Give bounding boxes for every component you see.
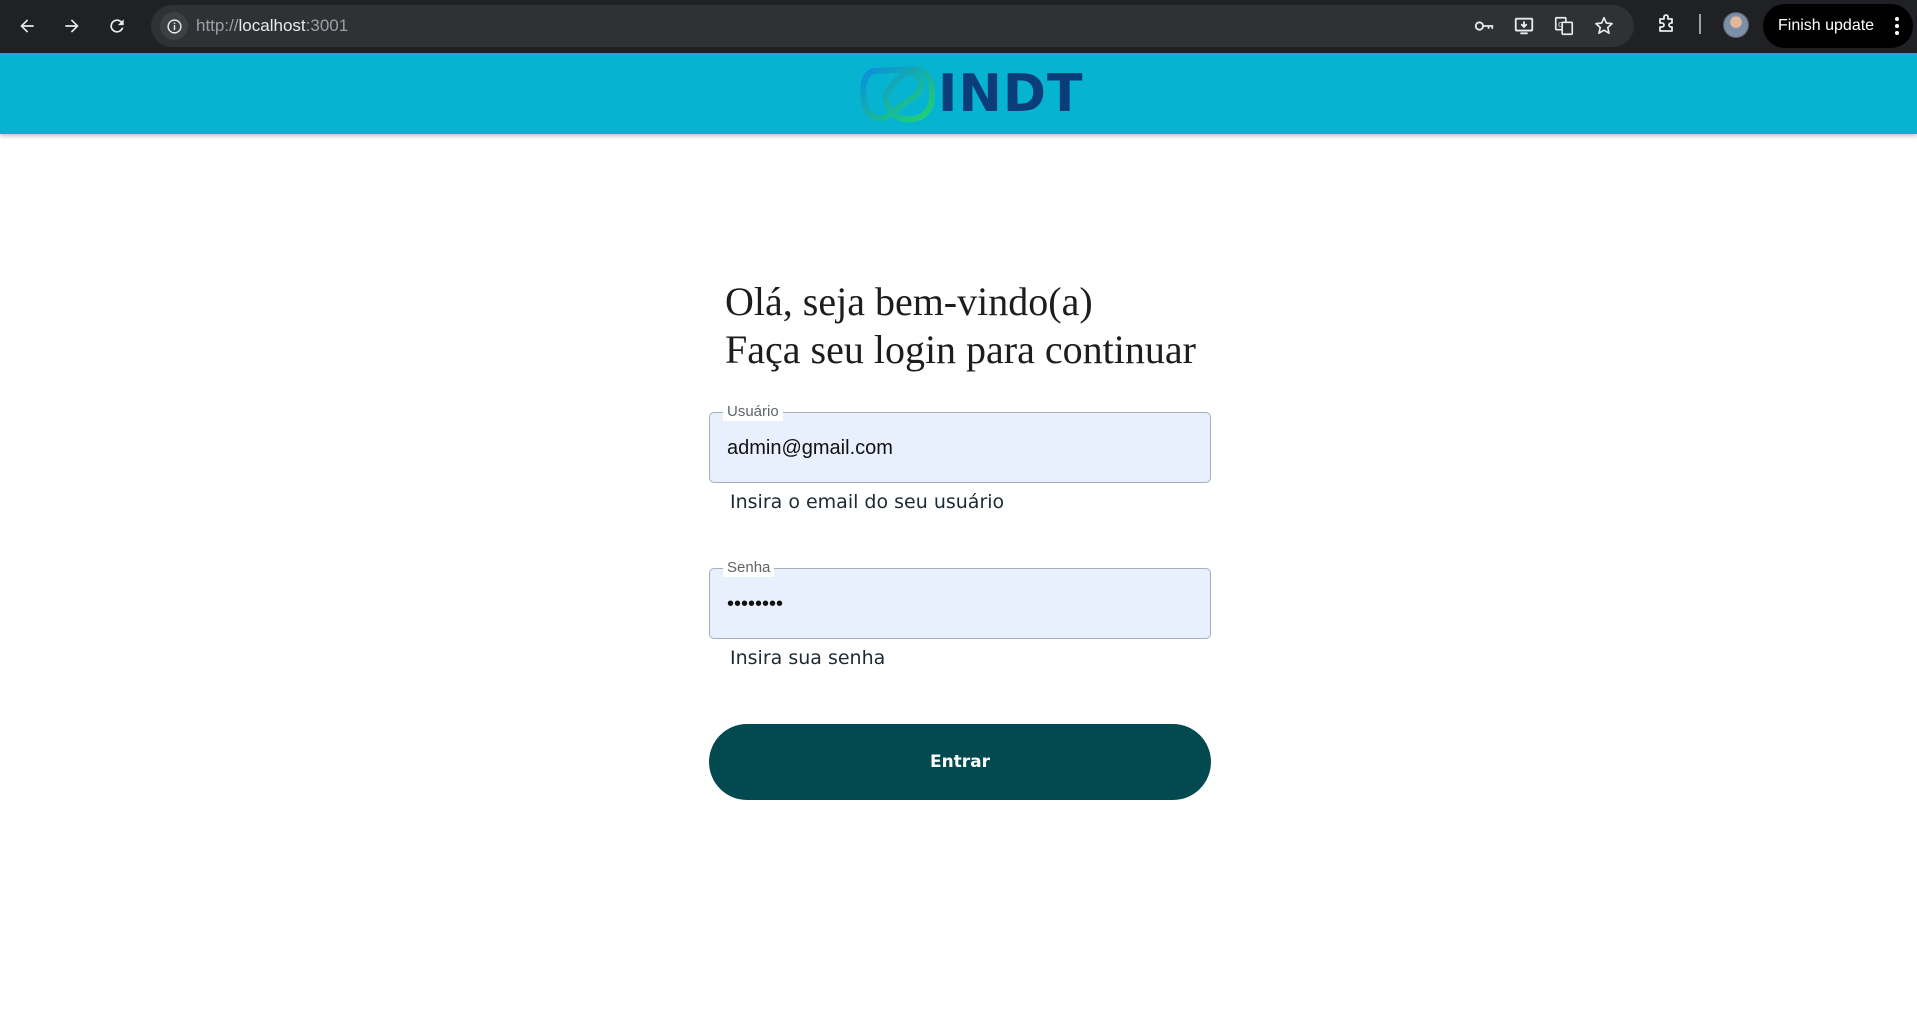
logo-text: INDT	[938, 64, 1084, 124]
password-label: Senha	[723, 559, 775, 577]
login-submit-button[interactable]: Entrar	[709, 724, 1211, 800]
profile-avatar[interactable]	[1723, 12, 1749, 38]
reload-icon	[110, 19, 124, 33]
url-port: :3001	[305, 16, 349, 35]
username-helper: Insira o email do seu usuário	[730, 491, 1005, 513]
install-app-button[interactable]	[1513, 15, 1535, 37]
extensions-button[interactable]	[1655, 12, 1679, 36]
url-host: localhost	[238, 16, 306, 35]
instruction-line: Faça seu login para continuar	[725, 327, 1196, 372]
reload-button[interactable]	[100, 9, 134, 43]
indt-logo-mark-icon	[860, 61, 936, 127]
username-input[interactable]	[727, 431, 1197, 465]
login-form: Olá, seja bem-vindo(a) Faça seu login pa…	[709, 278, 1211, 800]
password-helper: Insira sua senha	[730, 647, 886, 669]
install-app-icon	[1514, 17, 1534, 35]
forward-icon	[65, 19, 79, 33]
bookmark-button[interactable]	[1593, 15, 1615, 37]
finish-update-button[interactable]: Finish update	[1763, 4, 1913, 48]
welcome-heading: Olá, seja bem-vindo(a) Faça seu login pa…	[709, 278, 1211, 374]
password-key-button[interactable]	[1473, 15, 1495, 37]
back-button[interactable]	[10, 9, 44, 43]
address-bar[interactable]: http://localhost:3001 G	[151, 5, 1634, 47]
username-label: Usuário	[723, 403, 783, 421]
indt-logo: INDT	[860, 61, 1084, 127]
site-info-icon	[166, 18, 182, 34]
url-text[interactable]: http://localhost:3001	[196, 16, 348, 36]
url-scheme: http://	[196, 16, 239, 35]
browser-toolbar: http://localhost:3001 G Finish update	[0, 0, 1917, 53]
password-key-icon	[1474, 21, 1494, 31]
translate-button[interactable]: G	[1553, 15, 1575, 37]
finish-update-label: Finish update	[1778, 17, 1875, 34]
site-info-button[interactable]	[160, 12, 188, 40]
forward-button[interactable]	[55, 9, 89, 43]
welcome-line: Olá, seja bem-vindo(a)	[725, 279, 1093, 324]
toolbar-divider	[1699, 14, 1701, 34]
extensions-icon	[1659, 14, 1673, 32]
svg-text:G: G	[1558, 20, 1564, 29]
back-icon	[20, 19, 34, 33]
password-field[interactable]: Senha	[709, 559, 1211, 639]
translate-icon: G	[1554, 16, 1574, 36]
more-menu-icon[interactable]	[1895, 17, 1899, 35]
bookmark-star-icon	[1595, 16, 1613, 34]
app-header: INDT	[0, 53, 1917, 134]
username-field[interactable]: Usuário	[709, 403, 1211, 483]
password-input[interactable]	[727, 587, 1197, 621]
